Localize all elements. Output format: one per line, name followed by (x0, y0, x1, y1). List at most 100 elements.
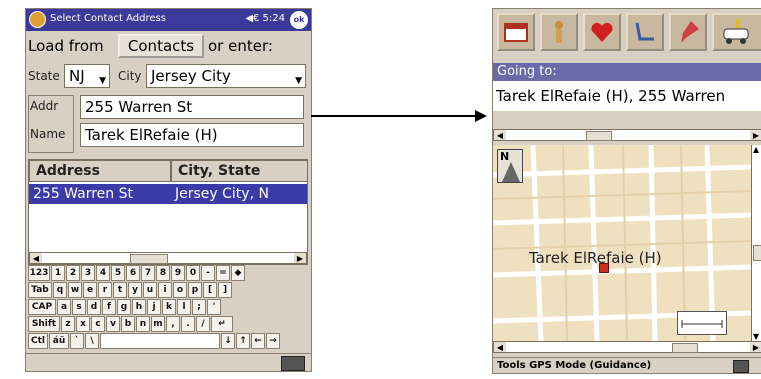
key[interactable]: m (151, 316, 165, 332)
scroll-right-icon[interactable]: ▶ (294, 253, 306, 263)
scroll-left-icon[interactable]: ◀ (30, 253, 42, 263)
key[interactable]: 4 (96, 265, 110, 281)
key[interactable]: [ (203, 282, 217, 298)
key[interactable]: ] (218, 282, 232, 298)
scroll-right-icon[interactable]: ▶ (750, 130, 761, 140)
scroll-thumb[interactable] (130, 254, 168, 264)
scroll-up-icon[interactable]: ▲ (753, 145, 759, 154)
key[interactable]: n (136, 316, 150, 332)
key[interactable]: 0 (186, 265, 200, 281)
key[interactable]: 8 (156, 265, 170, 281)
key[interactable]: q (53, 282, 67, 298)
caps-key[interactable]: CAP (28, 299, 56, 315)
key[interactable]: h (132, 299, 146, 315)
key[interactable]: j (147, 299, 161, 315)
key[interactable]: g (117, 299, 131, 315)
contacts-button[interactable]: Contacts (118, 34, 204, 58)
scroll-down-icon[interactable]: ▼ (753, 332, 759, 341)
scroll-thumb[interactable] (753, 245, 761, 261)
map-horizontal-scrollbar[interactable]: ◀ ▶ (493, 341, 761, 353)
key[interactable]: u (143, 282, 157, 298)
map-vertical-scrollbar[interactable]: ▲ ▼ (751, 145, 761, 341)
key[interactable]: - (201, 265, 215, 281)
key[interactable]: p (188, 282, 202, 298)
tab-key[interactable]: Tab (28, 282, 52, 298)
scroll-right-icon[interactable]: ▶ (750, 342, 761, 352)
keyboard-icon[interactable] (281, 356, 305, 371)
window-title: Select Contact Address (50, 13, 166, 24)
key[interactable]: ; (192, 299, 206, 315)
key[interactable]: 2 (66, 265, 80, 281)
column-header-city-state[interactable]: City, State (171, 160, 307, 182)
start-menu-icon[interactable] (29, 11, 46, 28)
key[interactable]: o (173, 282, 187, 298)
key[interactable]: , (166, 316, 180, 332)
list-horizontal-scrollbar[interactable]: ◀ ▶ (29, 252, 307, 264)
key[interactable]: t (113, 282, 127, 298)
key[interactable]: 9 (171, 265, 185, 281)
key[interactable]: b (121, 316, 135, 332)
key[interactable]: 1 (51, 265, 65, 281)
key[interactable]: w (68, 282, 82, 298)
ok-button[interactable]: ok (290, 11, 308, 29)
key[interactable]: a (57, 299, 71, 315)
key[interactable]: x (76, 316, 90, 332)
key[interactable]: z (61, 316, 75, 332)
address-input[interactable]: 255 Warren St (80, 95, 304, 119)
map-view[interactable]: N Tarek ElRefaie (H) (493, 145, 751, 341)
key[interactable]: k (162, 299, 176, 315)
key[interactable]: i (158, 282, 172, 298)
bottom-menu-items[interactable]: Tools GPS Mode (Guidance) (497, 360, 651, 371)
shift-key[interactable]: Shift (28, 316, 60, 332)
arrow-down-key[interactable]: ↓ (221, 333, 235, 349)
ctrl-key[interactable]: Ctl (28, 333, 48, 349)
pin-icon[interactable] (669, 13, 707, 51)
scroll-left-icon[interactable]: ◀ (494, 342, 506, 352)
compass-icon[interactable]: N (497, 149, 523, 183)
state-dropdown[interactable]: NJ ▼ (64, 64, 110, 88)
scroll-left-icon[interactable]: ◀ (494, 130, 506, 140)
column-header-address[interactable]: Address (29, 160, 171, 182)
backspace-key[interactable]: ◆ (231, 265, 245, 281)
key[interactable]: 6 (126, 265, 140, 281)
key[interactable]: v (106, 316, 120, 332)
key[interactable]: / (196, 316, 210, 332)
key[interactable]: r (98, 282, 112, 298)
scroll-thumb[interactable] (586, 131, 612, 141)
key[interactable]: ` (70, 333, 84, 349)
key[interactable]: 5 (111, 265, 125, 281)
list-row-selected[interactable]: 255 Warren St Jersey City, N (29, 184, 307, 204)
car-icon[interactable] (712, 13, 761, 51)
key[interactable]: 3 (81, 265, 95, 281)
destination-marker[interactable] (599, 263, 609, 273)
arrow-left-key[interactable]: ← (251, 333, 265, 349)
name-input[interactable]: Tarek ElRefaie (H) (80, 123, 304, 147)
arrow-right-key[interactable]: → (266, 333, 280, 349)
arrow-up-key[interactable]: ↑ (236, 333, 250, 349)
key[interactable]: = (216, 265, 230, 281)
chair-icon[interactable] (626, 13, 664, 51)
city-dropdown[interactable]: Jersey City ▼ (146, 64, 306, 88)
key[interactable]: d (87, 299, 101, 315)
space-key[interactable] (100, 333, 220, 349)
enter-key[interactable]: ↵ (211, 316, 233, 332)
key[interactable]: s (72, 299, 86, 315)
destination-horizontal-scrollbar[interactable]: ◀ ▶ (493, 129, 761, 141)
key[interactable]: ' (207, 299, 221, 315)
key[interactable]: c (91, 316, 105, 332)
key[interactable]: 123 (28, 265, 50, 281)
key[interactable]: l (177, 299, 191, 315)
heart-icon[interactable] (583, 13, 621, 51)
person-icon[interactable] (540, 13, 578, 51)
calendar-icon[interactable] (497, 13, 535, 51)
address-list[interactable]: Address City, State 255 Warren St Jersey… (28, 159, 308, 265)
key[interactable]: f (102, 299, 116, 315)
scroll-thumb[interactable] (672, 343, 698, 353)
key[interactable]: 7 (141, 265, 155, 281)
key[interactable]: \ (85, 333, 99, 349)
key[interactable]: e (83, 282, 97, 298)
accent-key[interactable]: áü (49, 333, 69, 349)
key[interactable]: . (181, 316, 195, 332)
key[interactable]: y (128, 282, 142, 298)
keyboard-icon[interactable] (733, 360, 749, 373)
